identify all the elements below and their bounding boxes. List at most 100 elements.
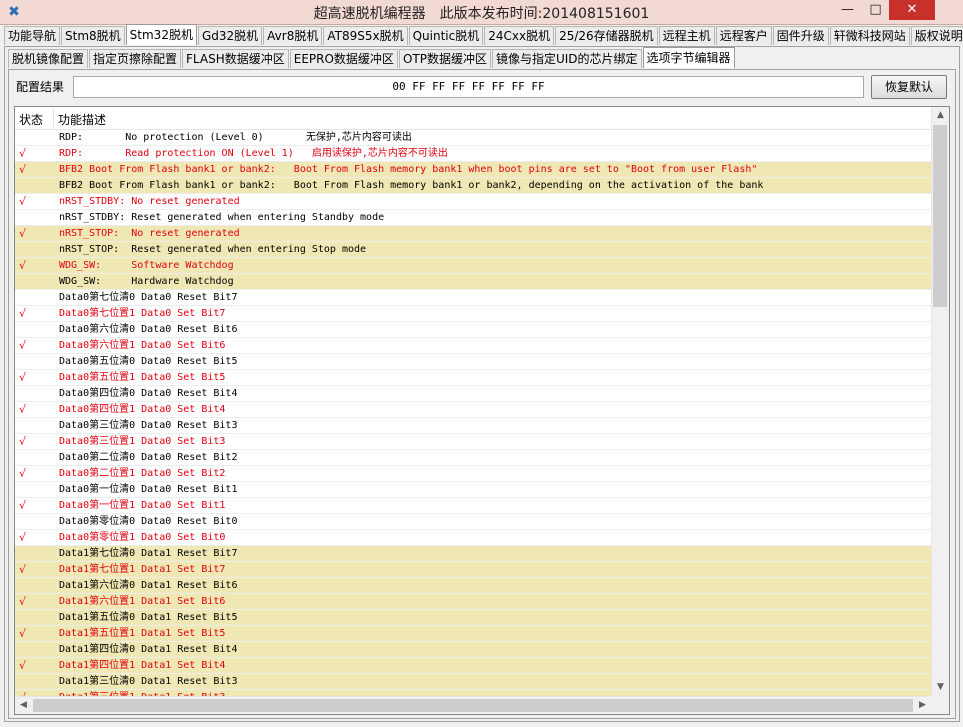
list-item-description: Data1第六位清0 Data1 Reset Bit6 (59, 580, 238, 591)
list-item[interactable]: RDP: No protection (Level 0) 无保护,芯片内容可读出 (15, 130, 931, 146)
config-result-field[interactable]: 00 FF FF FF FF FF FF FF (73, 76, 864, 98)
main-tab[interactable]: Quintic脱机 (408, 26, 484, 45)
option-byte-list[interactable]: 状态 功能描述 RDP: No protection (Level 0) 无保护… (14, 106, 950, 715)
vertical-scroll-thumb[interactable] (933, 125, 947, 307)
list-item[interactable]: WDG_SW: Hardware Watchdog (15, 274, 931, 290)
main-tab[interactable]: Avr8脱机 (263, 26, 323, 45)
vertical-scrollbar[interactable]: ▲ ▼ (931, 107, 949, 696)
list-item[interactable]: √ Data0第四位置1 Data0 Set Bit4 (15, 402, 931, 418)
main-tab[interactable]: 轩微科技网站 (829, 26, 910, 45)
list-item-description: Data0第一位置1 Data0 Set Bit1 (59, 500, 226, 511)
list-item[interactable]: √ Data1第四位置1 Data1 Set Bit4 (15, 658, 931, 674)
main-tab[interactable]: 远程客户 (715, 26, 772, 45)
checkmark-icon: √ (19, 403, 27, 416)
column-header-state[interactable]: 状态 (19, 111, 43, 128)
horizontal-scrollbar[interactable]: ◀ ▶ (15, 696, 931, 714)
checkmark-icon: √ (19, 195, 27, 208)
list-item[interactable]: √ Data0第六位置1 Data0 Set Bit6 (15, 338, 931, 354)
list-item[interactable]: √ BFB2 Boot From Flash bank1 or bank2: Bo… (15, 162, 931, 178)
list-item[interactable]: Data1第七位清0 Data1 Reset Bit7 (15, 546, 931, 562)
list-item-description: Data0第六位置1 Data0 Set Bit6 (59, 340, 226, 351)
list-item[interactable]: √ Data0第零位置1 Data0 Set Bit0 (15, 530, 931, 546)
list-item-description: nRST_STDBY: No reset generated (59, 196, 240, 207)
sub-tab[interactable]: 指定页擦除配置 (89, 49, 182, 68)
list-item[interactable]: √ Data0第五位置1 Data0 Set Bit5 (15, 370, 931, 386)
list-item-description: Data0第三位置1 Data0 Set Bit3 (59, 436, 226, 447)
main-tab[interactable]: Stm8脱机 (61, 26, 125, 45)
main-tab-strip: 功能导航 Stm8脱机 Stm32脱机 Gd32脱机 Avr8脱机 AT89S5x脱机 Qu… (4, 24, 963, 46)
list-item-description: Data0第七位清0 Data0 Reset Bit7 (59, 292, 238, 303)
list-item[interactable]: BFB2 Boot From Flash bank1 or bank2: Boo… (15, 178, 931, 194)
column-divider[interactable] (53, 109, 54, 127)
checkmark-icon: √ (19, 147, 27, 160)
checkmark-icon: √ (19, 163, 27, 176)
list-item[interactable]: Data0第一位清0 Data0 Reset Bit1 (15, 482, 931, 498)
sub-tab[interactable]: 脱机镜像配置 (8, 49, 89, 68)
main-tab[interactable]: 远程主机 (658, 26, 715, 45)
main-tab[interactable]: 24Cxx脱机 (484, 26, 555, 45)
list-item[interactable]: Data1第六位清0 Data1 Reset Bit6 (15, 578, 931, 594)
list-item[interactable]: Data0第三位清0 Data0 Reset Bit3 (15, 418, 931, 434)
list-item-description: Data0第零位置1 Data0 Set Bit0 (59, 532, 226, 543)
scroll-left-icon[interactable]: ◀ (15, 697, 32, 714)
list-item-description: Data1第七位清0 Data1 Reset Bit7 (59, 548, 238, 559)
scroll-right-icon[interactable]: ▶ (914, 697, 931, 714)
main-tab[interactable]: 固件升级 (772, 26, 829, 45)
main-tab[interactable]: 功能导航 (4, 26, 61, 45)
list-rows: RDP: No protection (Level 0) 无保护,芯片内容可读出… (15, 130, 931, 696)
scroll-down-icon[interactable]: ▼ (932, 679, 949, 696)
list-item[interactable]: nRST_STOP: Reset generated when entering… (15, 242, 931, 258)
list-item[interactable]: √ RDP: Read protection ON (Level 1) 启用读保护… (15, 146, 931, 162)
list-item[interactable]: Data0第六位清0 Data0 Reset Bit6 (15, 322, 931, 338)
list-item[interactable]: √ Data1第六位置1 Data1 Set Bit6 (15, 594, 931, 610)
list-item[interactable]: √ WDG_SW: Software Watchdog (15, 258, 931, 274)
list-item[interactable]: √ Data1第七位置1 Data1 Set Bit7 (15, 562, 931, 578)
column-header-description[interactable]: 功能描述 (58, 111, 106, 128)
scroll-up-icon[interactable]: ▲ (932, 107, 949, 124)
list-item[interactable]: Data0第零位清0 Data0 Reset Bit0 (15, 514, 931, 530)
minimize-button[interactable]: — (833, 0, 862, 20)
sub-tab[interactable]: EEPRO数据缓冲区 (289, 49, 398, 68)
sub-tab[interactable]: FLASH数据缓冲区 (182, 49, 289, 68)
restore-default-button[interactable]: 恢复默认 (871, 75, 947, 99)
list-item[interactable]: √ Data0第二位置1 Data0 Set Bit2 (15, 466, 931, 482)
list-item[interactable]: Data1第四位清0 Data1 Reset Bit4 (15, 642, 931, 658)
list-item[interactable]: Data1第五位清0 Data1 Reset Bit5 (15, 610, 931, 626)
main-tab[interactable]: Stm32脱机 (125, 24, 197, 45)
maximize-button[interactable]: □ (862, 0, 889, 20)
checkmark-icon: √ (19, 531, 27, 544)
list-item[interactable]: √ Data0第七位置1 Data0 Set Bit7 (15, 306, 931, 322)
list-item-description: Data1第四位置1 Data1 Set Bit4 (59, 660, 226, 671)
list-item[interactable]: Data1第三位清0 Data1 Reset Bit3 (15, 674, 931, 690)
list-item[interactable]: √ nRST_STDBY: No reset generated (15, 194, 931, 210)
sub-tab[interactable]: 选项字节编辑器 (642, 47, 735, 68)
sub-tab-strip: 脱机镜像配置 指定页擦除配置 FLASH数据缓冲区 EEPRO数据缓冲区 OTP数据缓冲… (8, 47, 736, 69)
list-item-description: WDG_SW: Hardware Watchdog (59, 276, 234, 287)
main-tab[interactable]: 版权说明 (910, 26, 963, 45)
checkmark-icon: √ (19, 435, 27, 448)
list-item[interactable]: Data0第五位清0 Data0 Reset Bit5 (15, 354, 931, 370)
checkmark-icon: √ (19, 339, 27, 352)
list-item[interactable]: √ Data1第五位置1 Data1 Set Bit5 (15, 626, 931, 642)
sub-tab[interactable]: OTP数据缓冲区 (398, 49, 491, 68)
list-item[interactable]: nRST_STDBY: Reset generated when enterin… (15, 210, 931, 226)
checkmark-icon: √ (19, 227, 27, 240)
horizontal-scroll-thumb[interactable] (33, 699, 913, 712)
list-item[interactable]: Data0第七位清0 Data0 Reset Bit7 (15, 290, 931, 306)
main-tab[interactable]: Gd32脱机 (197, 26, 263, 45)
list-item-description: Data1第四位清0 Data1 Reset Bit4 (59, 644, 238, 655)
main-tab[interactable]: AT89S5x脱机 (323, 26, 408, 45)
list-item-description: nRST_STOP: Reset generated when entering… (59, 244, 367, 255)
list-item-description: nRST_STDBY: Reset generated when enterin… (59, 212, 385, 223)
list-item[interactable]: Data0第二位清0 Data0 Reset Bit2 (15, 450, 931, 466)
list-item-description: Data1第五位置1 Data1 Set Bit5 (59, 628, 226, 639)
list-item-description: Data0第七位置1 Data0 Set Bit7 (59, 308, 226, 319)
checkmark-icon: √ (19, 563, 27, 576)
list-item[interactable]: √ Data0第三位置1 Data0 Set Bit3 (15, 434, 931, 450)
sub-tab[interactable]: 镜像与指定UID的芯片绑定 (491, 49, 642, 68)
main-tab[interactable]: 25/26存储器脱机 (555, 26, 658, 45)
list-item[interactable]: √ Data0第一位置1 Data0 Set Bit1 (15, 498, 931, 514)
close-button[interactable]: ✕ (889, 0, 935, 20)
list-item[interactable]: Data0第四位清0 Data0 Reset Bit4 (15, 386, 931, 402)
list-item[interactable]: √ nRST_STOP: No reset generated (15, 226, 931, 242)
